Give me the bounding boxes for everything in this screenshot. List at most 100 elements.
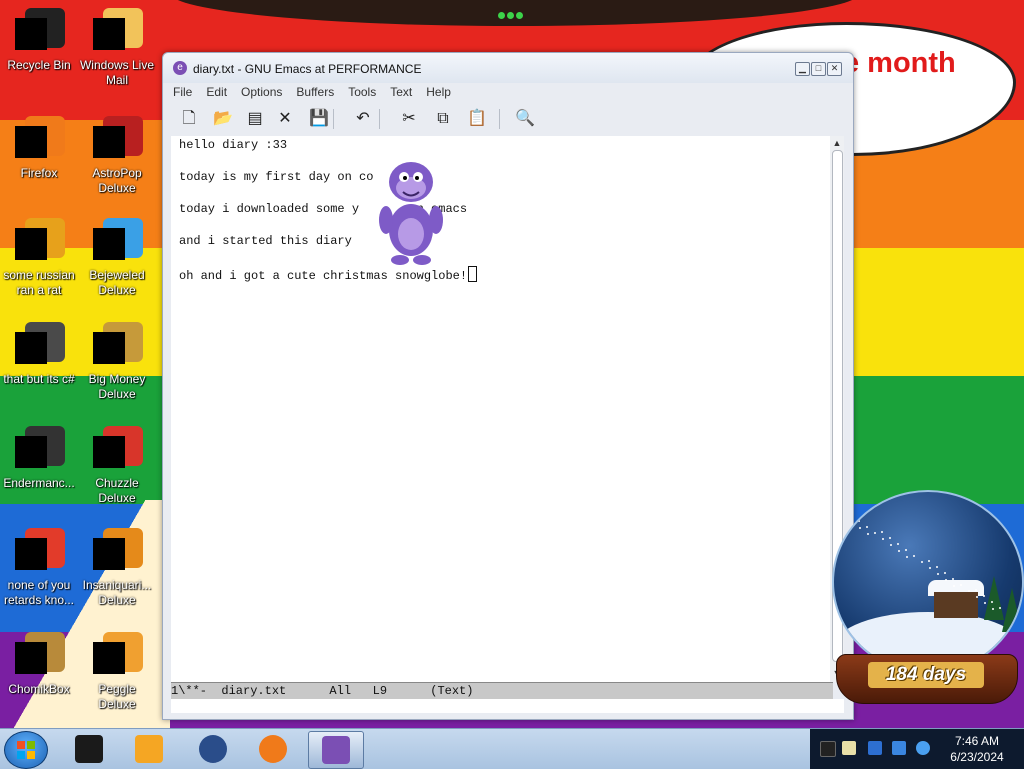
start-button[interactable] (4, 731, 48, 769)
desktop-icon[interactable]: Bejeweled Deluxe (78, 218, 156, 298)
redaction-box (93, 126, 125, 158)
volume-icon[interactable] (916, 741, 930, 755)
window-title: diary.txt - GNU Emacs at PERFORMANCE (193, 62, 422, 76)
snowflake (968, 590, 970, 592)
desktop-icon[interactable]: Windows Live Mail (78, 8, 156, 88)
open-folder-icon[interactable]: 📂 (211, 107, 235, 131)
app-icon (15, 322, 65, 370)
desktop-icon[interactable]: some russian ran a rat (0, 218, 78, 298)
minimize-button[interactable]: ▁ (795, 62, 810, 76)
snowflake (867, 533, 869, 535)
desktop-icon[interactable]: that but its c# (0, 322, 78, 387)
dired-icon[interactable]: ▤ (243, 107, 267, 131)
taskbar-firefox[interactable] (246, 731, 300, 767)
redaction-box (15, 18, 47, 50)
desktop-icon-label: Insaniquari... Deluxe (82, 578, 152, 607)
maximize-button[interactable]: □ (811, 62, 826, 76)
redaction-box (93, 18, 125, 50)
paste-icon[interactable]: 📋 (465, 107, 489, 131)
taskbar-firefox-icon (259, 735, 287, 763)
desktop-icon[interactable]: ChomikBox (0, 632, 78, 697)
menu-text[interactable]: Text (390, 83, 412, 101)
tool-bar: 🗋 📂 ▤ ✕ 💾 ↶ ✂ ⧉ 📋 🔍 (173, 103, 843, 135)
desktop-icon-label: AstroPop Deluxe (92, 166, 142, 195)
tray-shield-icon[interactable] (868, 741, 882, 755)
desktop-icon[interactable]: Recycle Bin (0, 8, 78, 73)
app-icon (15, 426, 65, 474)
snowflake (928, 560, 930, 562)
menu-options[interactable]: Options (241, 83, 282, 101)
desktop-icon-label: Windows Live Mail (79, 58, 155, 87)
editor-buffer[interactable]: hello diary :33 today is my first day on … (171, 136, 830, 682)
close-button[interactable]: ✕ (827, 62, 842, 76)
taskbar-app-media[interactable] (122, 731, 176, 767)
redaction-box (15, 436, 47, 468)
tray-app-icon[interactable] (842, 741, 856, 755)
pine-tree (984, 576, 1004, 620)
text-line: and i started this diary (179, 234, 352, 248)
app-icon (15, 8, 65, 56)
app-icon (15, 632, 65, 680)
new-file-icon[interactable]: 🗋 (177, 107, 201, 131)
close-buffer-icon[interactable]: ✕ (273, 107, 297, 131)
app-icon (93, 116, 143, 164)
redaction-box (15, 538, 47, 570)
snowflake (835, 509, 837, 511)
desktop-icon[interactable]: Big Money Deluxe (78, 322, 156, 402)
taskbar-emacs-icon (322, 736, 350, 764)
desktop-icon[interactable]: Chuzzle Deluxe (78, 426, 156, 506)
emacs-icon: e (173, 61, 187, 75)
days-counter: 184 days (868, 662, 984, 688)
snowflake (890, 544, 892, 546)
menu-edit[interactable]: Edit (206, 83, 227, 101)
snowglobe-widget[interactable]: 184 days (828, 490, 1024, 728)
snowflake (944, 572, 946, 574)
menu-buffers[interactable]: Buffers (296, 83, 334, 101)
emacs-window[interactable]: e diary.txt - GNU Emacs at PERFORMANCE ▁… (162, 52, 854, 720)
window-titlebar[interactable]: e diary.txt - GNU Emacs at PERFORMANCE ▁… (163, 53, 853, 83)
taskbar-app-black[interactable] (62, 731, 116, 767)
menu-help[interactable]: Help (426, 83, 451, 101)
desktop-icon[interactable]: Endermanc... (0, 426, 78, 491)
menu-tools[interactable]: Tools (348, 83, 376, 101)
snowflake (999, 607, 1001, 609)
snowflake (983, 595, 985, 597)
minibuffer[interactable] (171, 699, 844, 713)
snowflake (1007, 503, 1009, 505)
snowflake (984, 602, 986, 604)
desktop-icon-label: Bejeweled Deluxe (89, 268, 145, 297)
search-icon[interactable]: 🔍 (513, 107, 537, 131)
desktop-icon-label: Firefox (20, 166, 58, 180)
desktop-icon[interactable]: AstroPop Deluxe (78, 116, 156, 196)
desktop-icon-label: Chuzzle Deluxe (95, 476, 139, 505)
desktop-icon-label: Endermanc... (3, 476, 75, 490)
toolbar-separator (333, 109, 334, 129)
copy-icon[interactable]: ⧉ (431, 107, 455, 131)
menu-bar: File Edit Options Buffers Tools Text Help (173, 83, 465, 101)
taskbar-emacs[interactable] (308, 731, 364, 769)
desktop-icon[interactable]: Peggle Deluxe (78, 632, 156, 712)
network-icon[interactable] (892, 741, 906, 755)
undo-icon[interactable]: ↶ (351, 107, 375, 131)
snowflake (936, 566, 938, 568)
desktop-icon-label: none of you retards kno... (3, 578, 75, 607)
desktop-icon[interactable]: none of you retards kno... (0, 528, 78, 608)
cut-icon[interactable]: ✂ (397, 107, 421, 131)
desktop-icon[interactable]: Insaniquari... Deluxe (78, 528, 156, 608)
snowflake (866, 526, 868, 528)
app-icon (15, 116, 65, 164)
scroll-up-arrow[interactable]: ▲ (832, 138, 842, 148)
menu-file[interactable]: File (173, 83, 192, 101)
clock[interactable]: 7:46 AM 6/23/2024 (934, 733, 1020, 765)
save-icon[interactable]: 💾 (307, 107, 331, 131)
show-hidden-icons-icon[interactable] (820, 741, 836, 757)
snowflake (952, 578, 954, 580)
snowflake (976, 596, 978, 598)
desktop-icon-label: some russian ran a rat (3, 268, 75, 297)
snowflake (897, 543, 899, 545)
desktop-icon[interactable]: Firefox (0, 116, 78, 181)
clock-time: 7:46 AM (954, 734, 1000, 748)
snowflake (905, 549, 907, 551)
snowflake (945, 579, 947, 581)
taskbar-app-globe[interactable] (186, 731, 240, 767)
